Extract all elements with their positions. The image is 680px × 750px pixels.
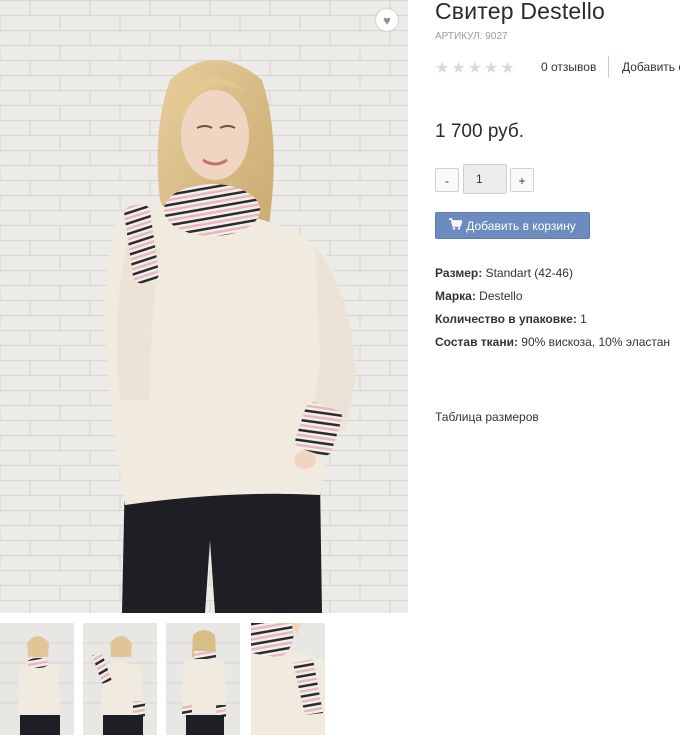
- thumbnail-2-image: [83, 623, 157, 735]
- property-size: Размер: Standart (42-46): [435, 262, 670, 285]
- property-label: Количество в упаковке:: [435, 312, 577, 326]
- size-table-link[interactable]: Таблица размеров: [435, 410, 539, 424]
- wishlist-button[interactable]: ♥: [376, 9, 398, 31]
- main-product-image[interactable]: ♥: [0, 0, 408, 613]
- product-properties: Размер: Standart (42-46) Марка: Destello…: [435, 262, 670, 354]
- add-review-link[interactable]: Добавить о: [622, 60, 680, 74]
- property-label: Размер:: [435, 266, 483, 280]
- property-fabric: Состав ткани: 90% вискоза, 10% эластан: [435, 331, 670, 354]
- property-value: Destello: [479, 289, 523, 303]
- rating-stars[interactable]: ★★★★★: [435, 58, 517, 78]
- shopping-cart-icon: [449, 218, 463, 233]
- thumbnail-4-image: [251, 623, 325, 735]
- product-photo-illustration: [0, 0, 408, 613]
- thumbnail-1-image: [0, 623, 74, 735]
- product-price: 1 700 руб.: [435, 121, 525, 142]
- thumbnail-3[interactable]: [166, 623, 240, 735]
- property-brand: Марка: Destello: [435, 285, 670, 308]
- product-sku: АРТИКУЛ: 9027: [435, 31, 508, 42]
- rating-divider: [608, 56, 609, 78]
- property-value: Standart (42-46): [485, 266, 573, 280]
- thumbnail-2[interactable]: [83, 623, 157, 735]
- property-value: 1: [580, 312, 587, 326]
- add-to-cart-label: Добавить в корзину: [466, 218, 576, 233]
- rating-row: ★★★★★ 0 отзывов Добавить о: [435, 56, 680, 78]
- quantity-decrease-button[interactable]: -: [435, 168, 459, 192]
- product-title: Свитер Destello: [435, 0, 606, 24]
- quantity-increase-button[interactable]: +: [510, 168, 534, 192]
- quantity-input[interactable]: [463, 164, 507, 194]
- property-label: Марка:: [435, 289, 476, 303]
- thumbnail-3-image: [166, 623, 240, 735]
- property-label: Состав ткани:: [435, 335, 518, 349]
- reviews-count-link[interactable]: 0 отзывов: [541, 60, 596, 74]
- thumbnail-1[interactable]: [0, 623, 74, 735]
- thumbnail-4[interactable]: [251, 623, 325, 735]
- property-pack-quantity: Количество в упаковке: 1: [435, 308, 670, 331]
- product-info: Свитер Destello АРТИКУЛ: 9027 ★★★★★ 0 от…: [435, 0, 680, 750]
- property-value: 90% вискоза, 10% эластан: [521, 335, 671, 349]
- heart-icon: ♥: [383, 12, 391, 28]
- add-to-cart-button[interactable]: Добавить в корзину: [435, 212, 590, 239]
